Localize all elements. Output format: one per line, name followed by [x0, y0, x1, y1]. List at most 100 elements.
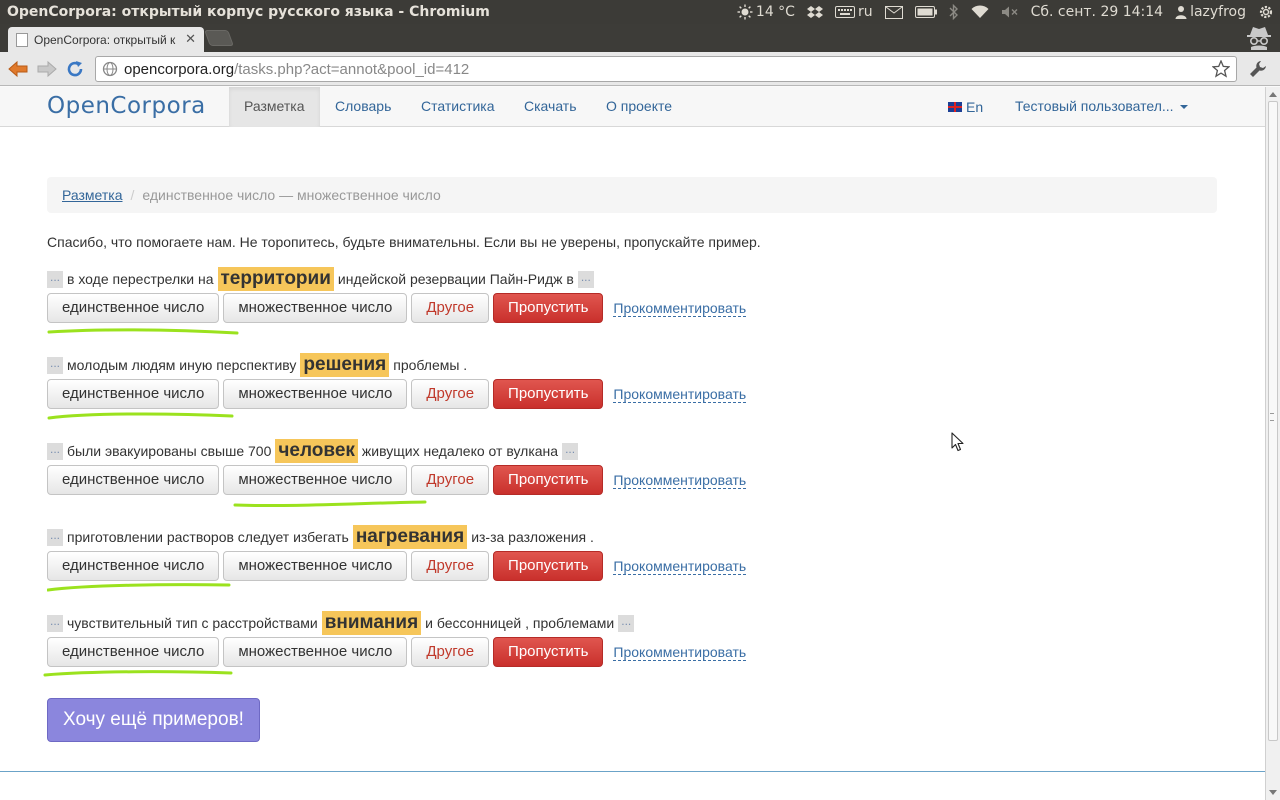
plural-button[interactable]: множественное число: [223, 293, 408, 323]
nav-item-dictionary[interactable]: Словарь: [320, 87, 406, 127]
browser-tab-active[interactable]: OpenCorpora: открытый к ✕: [8, 27, 204, 52]
annotation-underline-mark: [47, 583, 231, 592]
answer-buttons: единственное число множественное число Д…: [47, 551, 1047, 581]
comment-link[interactable]: Прокомментировать: [613, 386, 747, 403]
other-button[interactable]: Другое: [411, 637, 490, 667]
singular-button[interactable]: единственное число: [47, 637, 220, 667]
nav-item-about[interactable]: О проекте: [591, 87, 687, 127]
bluetooth-indicator[interactable]: [943, 0, 965, 24]
url-path: /tasks.php?act=annot&pool_id=412: [234, 60, 470, 78]
skip-button[interactable]: Пропустить: [493, 551, 604, 581]
site-logo[interactable]: OpenCorpora: [47, 93, 206, 119]
speaker-muted-icon: [1001, 6, 1018, 18]
singular-button[interactable]: единственное число: [47, 379, 220, 409]
keyboard-indicator[interactable]: ru: [829, 0, 879, 24]
battery-icon: [914, 6, 937, 18]
comment-link[interactable]: Прокомментировать: [613, 472, 747, 489]
uk-flag-icon: [948, 102, 962, 112]
language-label: En: [966, 99, 984, 115]
page-scrollbar[interactable]: [1265, 87, 1280, 800]
show-more-context-before[interactable]: ...: [47, 614, 64, 632]
context-left: были эвакуированы свыше 700: [67, 443, 272, 459]
clock[interactable]: Сб. сент. 29 14:14: [1025, 0, 1169, 24]
answer-buttons: единственное число множественное число Д…: [47, 293, 1047, 323]
nav-item-markup[interactable]: Разметка: [229, 87, 320, 127]
network-indicator[interactable]: [965, 0, 995, 24]
more-examples-button[interactable]: Хочу ещё примеров!: [47, 698, 260, 742]
sample-item: ... в ходе перестрелки на территории инд…: [47, 267, 1047, 335]
sample-context: ... чувствительный тип с расстройствами …: [47, 611, 1047, 635]
show-more-context-before[interactable]: ...: [47, 528, 64, 546]
other-button[interactable]: Другое: [411, 551, 490, 581]
mail-indicator[interactable]: [879, 0, 909, 24]
show-more-context-before[interactable]: ...: [47, 442, 64, 460]
skip-button[interactable]: Пропустить: [493, 293, 604, 323]
user-menu-label: Тестовый пользовател...: [1015, 98, 1174, 114]
comment-link[interactable]: Прокомментировать: [613, 300, 747, 317]
weather-indicator[interactable]: 14 °C: [731, 0, 801, 24]
comment-link[interactable]: Прокомментировать: [613, 558, 747, 575]
skip-button[interactable]: Пропустить: [493, 637, 604, 667]
context-right: проблемы .: [393, 357, 468, 373]
os-top-panel: OpenCorpora: открытый корпус русского яз…: [0, 0, 1280, 24]
context-right: индейской резервации Пайн-Ридж в: [337, 271, 574, 287]
bookmark-star-icon[interactable]: [1212, 60, 1230, 78]
breadcrumb-current: единственное число — множественное число: [142, 187, 441, 203]
back-button[interactable]: [6, 57, 30, 81]
context-left: молодым людям иную перспективу: [67, 357, 297, 373]
singular-button[interactable]: единственное число: [47, 551, 220, 581]
forward-button[interactable]: [35, 57, 59, 81]
scrollbar-thumb[interactable]: [1268, 101, 1278, 741]
annotation-underline-mark: [47, 328, 239, 335]
sound-indicator[interactable]: [995, 0, 1025, 24]
sample-context: ... приготовлении растворов следует избе…: [47, 525, 1047, 549]
show-more-context-after[interactable]: ...: [562, 442, 579, 460]
plural-button[interactable]: множественное число: [223, 551, 408, 581]
reload-button[interactable]: [63, 57, 87, 81]
close-tab-icon[interactable]: ✕: [185, 32, 196, 47]
web-page: OpenCorpora Разметка Словарь Статистика …: [0, 87, 1265, 800]
language-switch[interactable]: En: [948, 87, 983, 127]
address-bar[interactable]: opencorpora.org/tasks.php?act=annot&pool…: [95, 56, 1237, 82]
plural-button[interactable]: множественное число: [223, 637, 408, 667]
session-menu[interactable]: [1252, 0, 1280, 24]
other-button[interactable]: Другое: [411, 465, 490, 495]
plural-button[interactable]: множественное число: [223, 465, 408, 495]
nav-item-download[interactable]: Скачать: [509, 87, 592, 127]
sample-item: ... были эвакуированы свыше 700 человек …: [47, 439, 1047, 508]
singular-button[interactable]: единственное число: [47, 293, 220, 323]
show-more-context-after[interactable]: ...: [618, 614, 635, 632]
wrench-menu-icon[interactable]: [1248, 59, 1268, 79]
skip-button[interactable]: Пропустить: [493, 465, 604, 495]
envelope-icon: [884, 5, 903, 19]
plural-button[interactable]: множественное число: [223, 379, 408, 409]
dropbox-indicator[interactable]: [801, 0, 829, 24]
context-left: в ходе перестрелки на: [67, 271, 214, 287]
other-button[interactable]: Другое: [411, 379, 490, 409]
scroll-down-arrow-icon[interactable]: [1269, 790, 1277, 795]
context-left: чувствительный тип с расстройствами: [67, 615, 318, 631]
other-button[interactable]: Другое: [411, 293, 490, 323]
comment-link[interactable]: Прокомментировать: [613, 644, 747, 661]
nav-item-statistics[interactable]: Статистика: [406, 87, 510, 127]
browser-toolbar: opencorpora.org/tasks.php?act=annot&pool…: [0, 52, 1280, 86]
tab-title: OpenCorpora: открытый к: [34, 32, 176, 47]
answer-buttons: единственное число множественное число Д…: [47, 379, 1047, 409]
sample-item: ... чувствительный тип с расстройствами …: [43, 611, 1047, 677]
show-more-context-after[interactable]: ...: [577, 270, 594, 288]
dropbox-icon: [806, 6, 823, 18]
user-menu-dropdown[interactable]: Тестовый пользовател...: [1015, 87, 1188, 127]
url-host: opencorpora.org: [124, 60, 235, 78]
battery-indicator[interactable]: [909, 0, 943, 24]
user-indicator[interactable]: lazyfrog: [1169, 0, 1252, 24]
scroll-up-arrow-icon[interactable]: [1269, 92, 1277, 97]
show-more-context-before[interactable]: ...: [47, 270, 64, 288]
breadcrumb-link-markup[interactable]: Разметка: [62, 187, 123, 203]
singular-button[interactable]: единственное число: [47, 465, 220, 495]
scrollbar-grip: [1270, 413, 1274, 421]
caret-down-icon: [1179, 105, 1188, 110]
show-more-context-before[interactable]: ...: [47, 356, 64, 374]
sample-item: ... приготовлении растворов следует избе…: [47, 525, 1047, 592]
target-word: решения: [300, 353, 390, 377]
skip-button[interactable]: Пропустить: [493, 379, 604, 409]
